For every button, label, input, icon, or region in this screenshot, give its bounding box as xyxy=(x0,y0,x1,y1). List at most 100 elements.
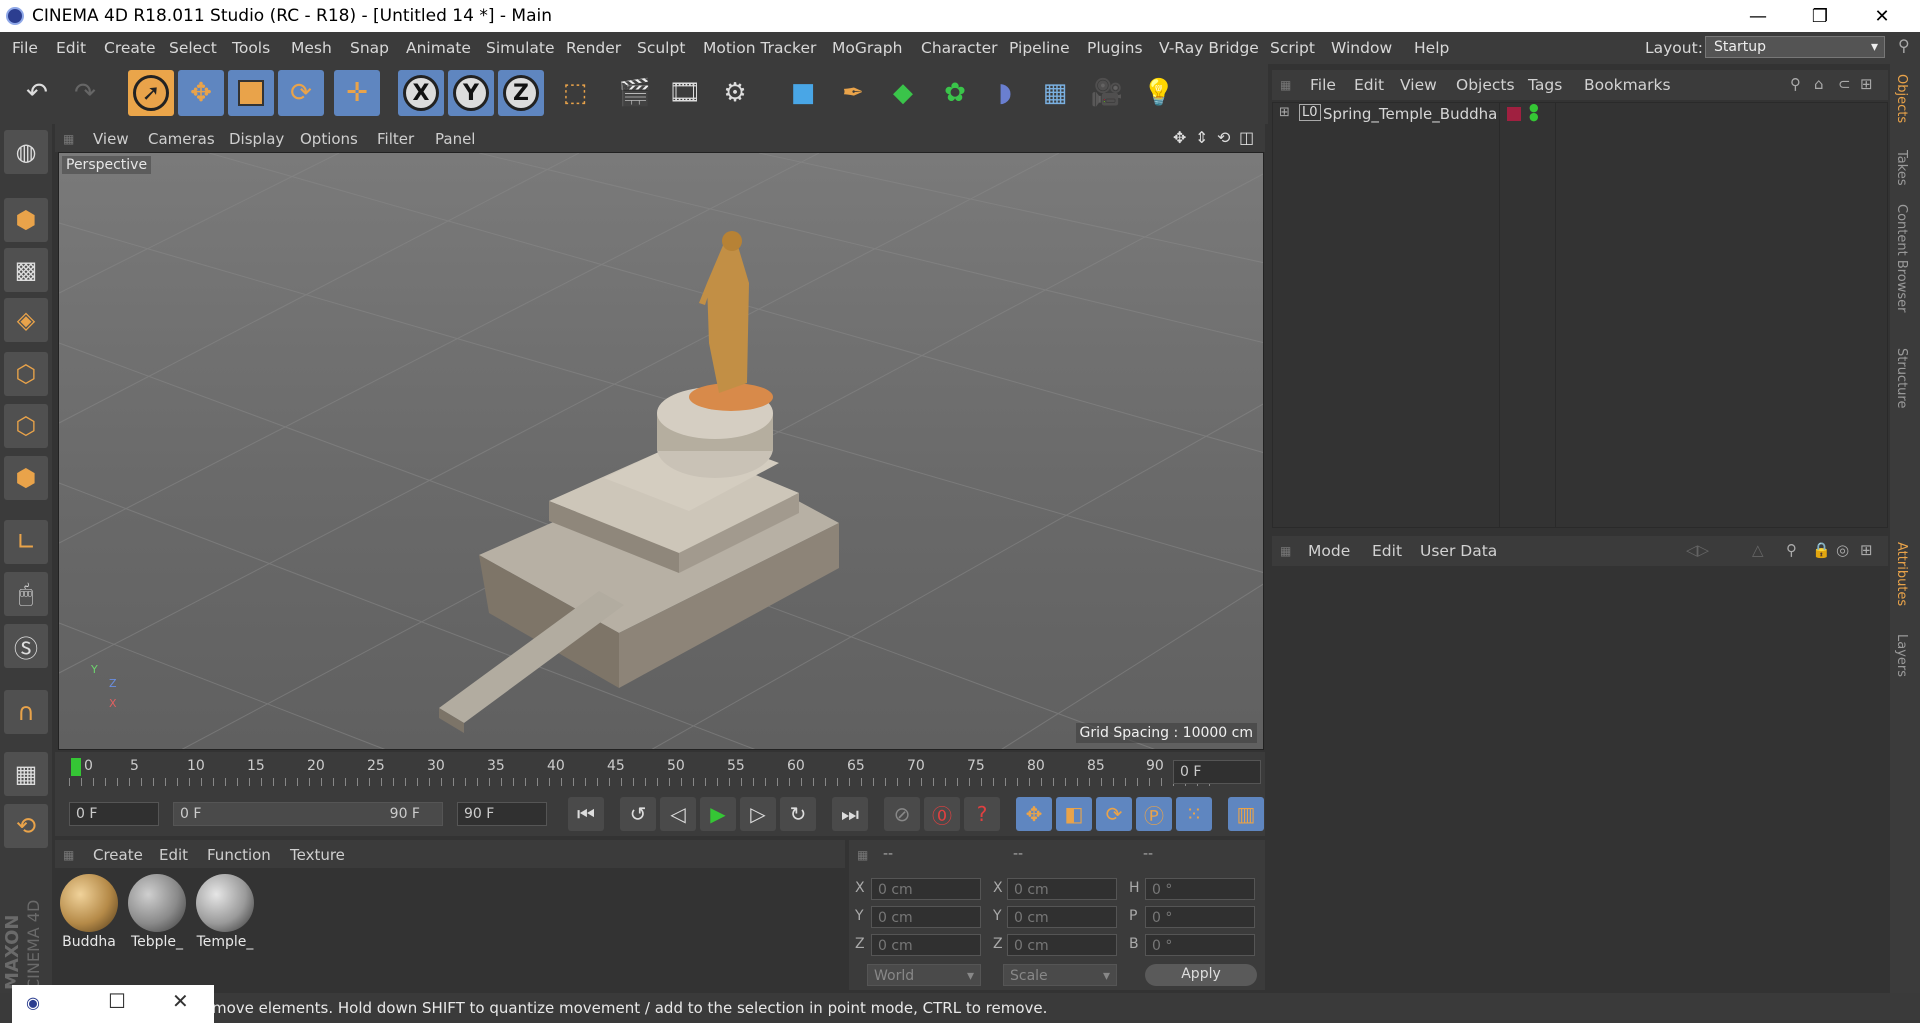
workplane-lock-icon[interactable]: ▦ xyxy=(4,752,48,796)
axis-z-button[interactable]: Z xyxy=(498,70,544,116)
rotation-p-field[interactable]: 0 ° xyxy=(1145,906,1255,928)
material-swatch[interactable]: Temple_ xyxy=(194,872,256,954)
menu-mograph[interactable]: MoGraph xyxy=(832,39,902,57)
menu-animate[interactable]: Animate xyxy=(406,39,471,57)
rotate-icon[interactable]: ⟳ xyxy=(278,70,324,116)
redo-icon[interactable]: ↷ xyxy=(62,70,108,116)
subdivision-icon[interactable]: ◆ xyxy=(880,70,926,116)
maximize-icon[interactable]: ☐ xyxy=(108,989,126,1013)
menu-plugins[interactable]: Plugins xyxy=(1087,39,1143,57)
end-frame-field[interactable]: 90 F xyxy=(457,802,547,826)
menu-create[interactable]: Create xyxy=(104,39,156,57)
menu-simulate[interactable]: Simulate xyxy=(486,39,555,57)
menu-mesh[interactable]: Mesh xyxy=(291,39,332,57)
viewport-menu-cameras[interactable]: Cameras xyxy=(148,130,215,148)
playhead-marker[interactable] xyxy=(71,758,81,776)
position-z-field[interactable]: 0 cm xyxy=(871,934,981,956)
coord-size-mode-select[interactable]: Scale ▾ xyxy=(1003,964,1117,986)
key-parameter-icon[interactable]: Ⓟ xyxy=(1136,797,1172,831)
new-window-icon[interactable]: ⊞ xyxy=(1860,75,1873,93)
record-keys-icon[interactable]: ⊘ xyxy=(884,797,920,831)
camera-icon[interactable]: 🎥 xyxy=(1084,70,1130,116)
autokeying-icon[interactable]: ⓪ xyxy=(924,797,960,831)
tab-layers[interactable]: Layers xyxy=(1894,634,1909,677)
key-scale-icon[interactable]: ◧ xyxy=(1056,797,1092,831)
last-tool-icon[interactable]: ✛ xyxy=(334,70,380,116)
material-menu-create[interactable]: Create xyxy=(93,846,143,864)
layout-select[interactable]: Startup ▾ xyxy=(1705,36,1885,58)
viewport-toggle-icon[interactable]: ◫ xyxy=(1239,128,1254,147)
render-settings-icon[interactable]: ⚙ xyxy=(712,70,758,116)
render-picture-viewer-icon[interactable]: 🎞 xyxy=(662,70,708,116)
expand-icon[interactable]: ⊞ xyxy=(1279,105,1290,120)
material-menu-edit[interactable]: Edit xyxy=(159,846,188,864)
viewport-rotate-icon[interactable]: ⟲ xyxy=(1217,128,1230,147)
make-editable-icon[interactable]: ◍ xyxy=(4,130,48,174)
previous-frame-icon[interactable]: ◁ xyxy=(660,797,696,831)
attributes-menu-mode[interactable]: Mode xyxy=(1308,542,1350,560)
menu-edit[interactable]: Edit xyxy=(56,39,86,57)
grid-snap-icon[interactable]: ⟲ xyxy=(4,804,48,848)
next-key-icon[interactable]: ↻ xyxy=(780,797,816,831)
close-icon[interactable]: ✕ xyxy=(172,989,189,1013)
objects-menu-edit[interactable]: Edit xyxy=(1354,76,1384,94)
search-icon[interactable]: ⚲ xyxy=(1898,36,1910,55)
menu-render[interactable]: Render xyxy=(566,39,621,57)
next-frame-icon[interactable]: ▷ xyxy=(740,797,776,831)
menu-pipeline[interactable]: Pipeline xyxy=(1009,39,1070,57)
axis-x-button[interactable]: X xyxy=(398,70,444,116)
tab-objects[interactable]: Objects xyxy=(1894,74,1909,123)
viewport-menu-options[interactable]: Options xyxy=(300,130,358,148)
timeline-scheme-icon[interactable]: ▥ xyxy=(1228,797,1264,831)
scale-icon[interactable] xyxy=(228,70,274,116)
snap-magnet-icon[interactable]: ∩ xyxy=(4,690,48,734)
play-icon[interactable]: ▶ xyxy=(700,797,736,831)
previous-key-icon[interactable]: ↺ xyxy=(620,797,656,831)
keyframe-selection-icon[interactable]: ? xyxy=(964,797,1000,831)
viewport-perspective[interactable]: Perspective Y Z X Grid Spacing : 10000 c… xyxy=(58,152,1264,750)
objects-menu-tags[interactable]: Tags xyxy=(1528,76,1562,94)
search-icon[interactable]: ⚲ xyxy=(1790,75,1801,93)
menu-snap[interactable]: Snap xyxy=(350,39,389,57)
lock-icon[interactable]: 🔒 xyxy=(1812,541,1831,559)
object-row[interactable]: ⊞ L0 Spring_Temple_Buddha ● ● xyxy=(1273,102,1887,127)
edges-mode-icon[interactable]: ⬡ xyxy=(4,404,48,448)
pen-icon[interactable]: ✒ xyxy=(830,70,876,116)
material-menu-function[interactable]: Function xyxy=(207,846,271,864)
viewport-menu-view[interactable]: View xyxy=(93,130,129,148)
rotation-b-field[interactable]: 0 ° xyxy=(1145,934,1255,956)
menu-select[interactable]: Select xyxy=(169,39,217,57)
attributes-menu-edit[interactable]: Edit xyxy=(1372,542,1402,560)
current-frame-field[interactable]: 0 F xyxy=(1173,760,1261,784)
objects-menu-file[interactable]: File xyxy=(1310,76,1336,94)
light-icon[interactable]: 💡 xyxy=(1136,70,1182,116)
target-icon[interactable]: ◎ xyxy=(1836,541,1849,559)
start-frame-field[interactable]: 0 F xyxy=(69,802,159,826)
undo-icon[interactable]: ↶ xyxy=(14,70,60,116)
size-z-field[interactable]: 0 cm xyxy=(1007,934,1117,956)
solo-mode-icon[interactable]: Ⓢ xyxy=(4,624,48,668)
layer-color-swatch[interactable] xyxy=(1507,107,1521,121)
link-icon[interactable]: ⊂ xyxy=(1838,75,1851,93)
back-arrow-icon[interactable]: ◁▷ xyxy=(1686,541,1709,559)
menu-tools[interactable]: Tools xyxy=(232,39,270,57)
new-window-icon[interactable]: ⊞ xyxy=(1860,541,1873,559)
material-menu-texture[interactable]: Texture xyxy=(290,846,345,864)
floor-icon[interactable]: ▦ xyxy=(1032,70,1078,116)
restore-button[interactable]: ❐ xyxy=(1789,0,1851,32)
search-icon[interactable]: ⚲ xyxy=(1786,541,1797,559)
size-x-field[interactable]: 0 cm xyxy=(1007,878,1117,900)
close-button[interactable]: ✕ xyxy=(1851,0,1913,32)
objects-menu-view[interactable]: View xyxy=(1400,76,1437,94)
tab-content-browser[interactable]: Content Browser xyxy=(1894,204,1909,313)
coordinate-system-icon[interactable]: ⬚ xyxy=(552,70,598,116)
objects-menu-objects[interactable]: Objects xyxy=(1456,76,1515,94)
axis-y-button[interactable]: Y xyxy=(448,70,494,116)
axis-mode-icon[interactable]: ∟ xyxy=(4,520,48,564)
cloner-icon[interactable]: ✿ xyxy=(932,70,978,116)
viewport-menu-display[interactable]: Display xyxy=(229,130,284,148)
viewport-menu-filter[interactable]: Filter xyxy=(377,130,414,148)
key-rotation-icon[interactable]: ⟳ xyxy=(1096,797,1132,831)
select-arrow-icon[interactable]: ➚ xyxy=(128,70,174,116)
material-swatch[interactable]: Tebple_ xyxy=(126,872,188,954)
